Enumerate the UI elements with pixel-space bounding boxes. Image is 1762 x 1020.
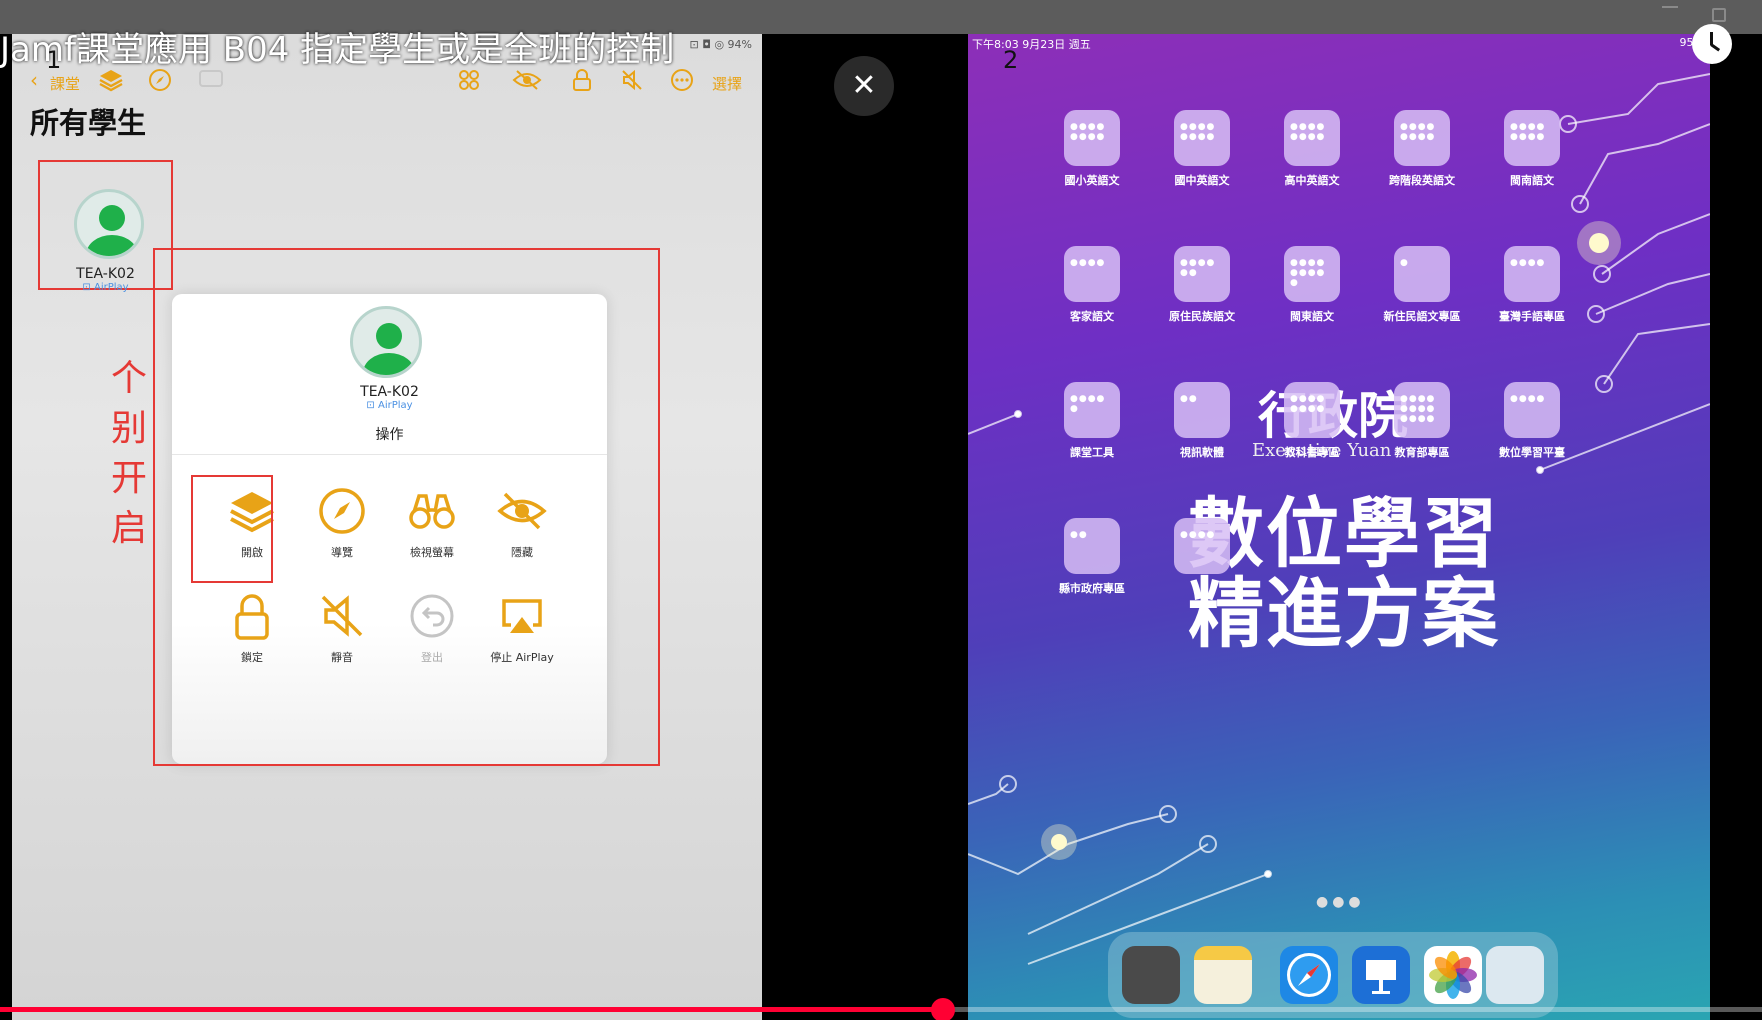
avatar — [74, 189, 144, 259]
app-folder[interactable]: ●●●● 客家語文 — [1037, 246, 1147, 346]
grid-icon[interactable] — [457, 68, 481, 97]
app-folder[interactable]: ●●●● ● 課堂工具 — [1037, 382, 1147, 482]
more-icon[interactable] — [670, 68, 694, 97]
mute-icon[interactable] — [620, 68, 644, 97]
panel-number: 2 — [1003, 46, 1019, 74]
message-icon[interactable] — [198, 68, 224, 95]
student-ipad-screen: 下午8:03 9月23日 週五 95% 行政院 Executive Yuan 數… — [968, 34, 1710, 1020]
video-title: Jamf課堂應用 B04 指定學生或是全班的控制 — [0, 30, 675, 70]
app-folder[interactable]: ●● 縣市政府專區 — [1037, 518, 1147, 618]
back-button[interactable]: 課堂 — [50, 72, 80, 96]
app-folder[interactable]: ●●●● ●●●● 高中英語文 — [1257, 110, 1367, 210]
airplay-status: ⊡ AirPlay — [82, 282, 129, 293]
page-indicator[interactable]: ●●● — [1316, 894, 1376, 910]
status-icons: ⊡ ◘ ◎ 94% — [689, 38, 752, 51]
close-button[interactable]: ✕ — [834, 56, 894, 116]
safari-icon[interactable] — [1280, 946, 1338, 1004]
eye-slash-icon[interactable] — [512, 68, 542, 97]
app-folder[interactable]: ●●●● 數位學習平臺 — [1477, 382, 1587, 482]
app-folder[interactable]: ●●●● ●●●● 教科書專區 — [1257, 382, 1367, 482]
minimize-icon[interactable] — [1662, 6, 1678, 8]
app-folder[interactable]: ●●●● ●●●● ●●●● 教育部專區 — [1367, 382, 1477, 482]
layers-icon[interactable] — [98, 68, 124, 97]
dock — [1108, 932, 1558, 1018]
select-button[interactable]: 選擇 — [712, 72, 742, 96]
app-folder[interactable]: ●● 視訊軟體 — [1147, 382, 1257, 482]
app-folder[interactable]: ●●●● 臺灣手語專區 — [1477, 246, 1587, 346]
app-folder[interactable]: ●●●● ●●●● 跨階段英語文 — [1367, 110, 1477, 210]
progress-bar[interactable] — [0, 998, 1762, 1020]
compass-icon[interactable] — [148, 68, 172, 97]
video-player[interactable]: ⊡ ◘ ◎ 94% ‹ 課堂 選擇 所有學生 TEA-K02 ⊡ AirPlay… — [0, 0, 1762, 1020]
app-folder[interactable]: ●●●● ●●●● ● 閩東語文 — [1257, 246, 1367, 346]
student-name: TEA-K02 — [76, 266, 135, 282]
watch-later-icon[interactable] — [1692, 24, 1732, 64]
app-folder[interactable]: ●●●● ●●●● 國小英語文 — [1037, 110, 1147, 210]
progress-fill — [0, 1007, 943, 1012]
edu-icon[interactable] — [1122, 946, 1180, 1004]
app-folder[interactable]: ●●●● — [1147, 518, 1257, 618]
status-bar-time: 下午8:03 9月23日 週五 — [972, 38, 1091, 51]
annotation-text: 个 别 开 启 — [110, 358, 147, 549]
app-library-icon[interactable] — [1486, 946, 1544, 1004]
app-folder[interactable]: ●●●● ●● 原住民族語文 — [1147, 246, 1257, 346]
app-folder[interactable]: ●●●● ●●●● 國中英語文 — [1147, 110, 1257, 210]
progress-thumb[interactable] — [930, 998, 955, 1020]
restore-icon[interactable] — [1712, 8, 1726, 22]
keynote-icon[interactable] — [1352, 946, 1410, 1004]
app-folder[interactable]: ● 新住民語文專區 — [1367, 246, 1477, 346]
notes-icon[interactable] — [1194, 946, 1252, 1004]
back-chevron-icon[interactable]: ‹ — [30, 68, 38, 92]
close-icon: ✕ — [851, 68, 877, 103]
photos-icon[interactable] — [1424, 946, 1482, 1004]
lock-icon[interactable] — [572, 68, 592, 97]
page-title: 所有學生 — [30, 106, 147, 140]
annotation-frame — [191, 475, 273, 583]
app-folder[interactable]: ●●●● ●●●● 閩南語文 — [1477, 110, 1587, 210]
